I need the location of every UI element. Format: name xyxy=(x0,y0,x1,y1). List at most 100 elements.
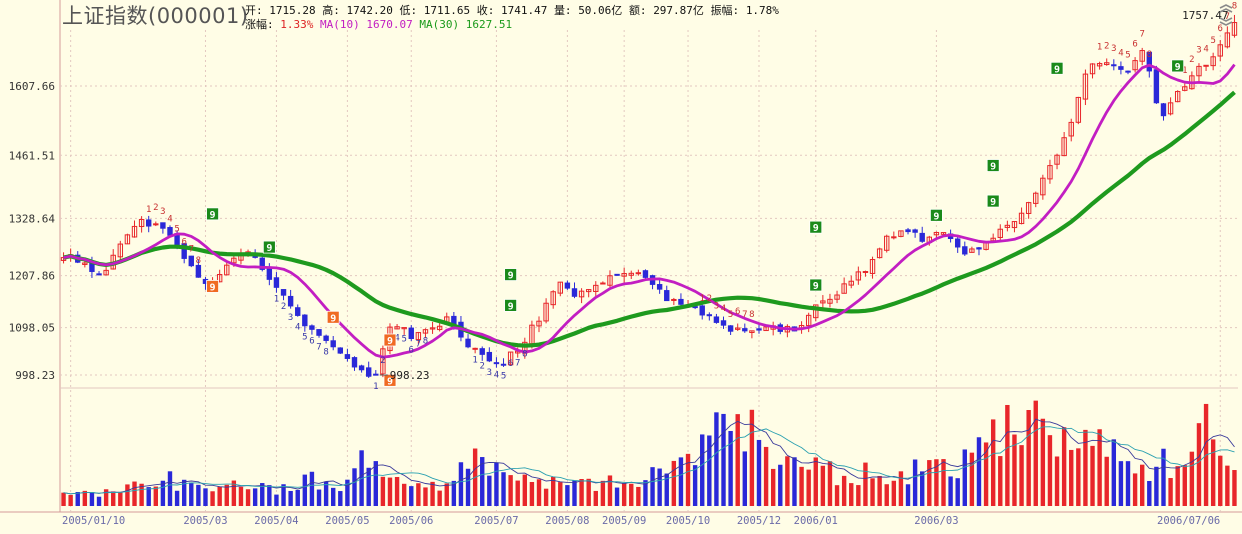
volume-bar xyxy=(245,489,251,506)
volume-bar xyxy=(820,465,826,506)
volume-bar xyxy=(224,484,229,506)
volume-bar xyxy=(423,487,428,506)
volume-bar xyxy=(252,488,258,506)
candle-down xyxy=(273,277,280,288)
volume-bar xyxy=(203,488,208,506)
candle-down xyxy=(720,320,727,326)
volume-bar xyxy=(125,484,130,506)
scroll-down-icon[interactable] xyxy=(1218,17,1234,26)
volume-bar xyxy=(1118,461,1124,506)
sequence-digit: 6 xyxy=(735,307,740,317)
volume-bar xyxy=(834,485,840,506)
volume-bar xyxy=(338,491,343,506)
volume-bar xyxy=(1189,451,1195,506)
volume-bar xyxy=(700,434,705,506)
volume-bar xyxy=(373,461,378,506)
index-title: 上证指数(000001) xyxy=(62,4,249,28)
sequence-digit: 4 xyxy=(721,304,726,314)
sequence-digit: 7 xyxy=(316,342,321,352)
candle-down xyxy=(706,314,713,317)
volume-bar xyxy=(785,456,790,506)
volume-bar xyxy=(948,476,953,506)
volume-bar xyxy=(316,489,322,506)
sequence-digit: 7 xyxy=(742,310,747,320)
volume-bar xyxy=(501,472,506,506)
candle-down xyxy=(146,219,152,227)
volume-bar xyxy=(167,471,173,506)
amplitude-label: 振幅: xyxy=(710,4,740,17)
volume-bar xyxy=(955,478,960,506)
candle-down xyxy=(713,316,720,323)
candle-down xyxy=(727,325,734,332)
volume-bar xyxy=(508,475,513,506)
candle-down xyxy=(564,282,571,289)
candle-down xyxy=(287,295,294,307)
volume-bar xyxy=(849,483,854,506)
sequence-digit: 3 xyxy=(160,207,165,217)
sequence-digit: 5 xyxy=(302,333,307,343)
volume-bar xyxy=(898,471,904,506)
volume-bar xyxy=(1168,478,1173,506)
volume-bar xyxy=(707,435,712,506)
volume-bar xyxy=(416,483,421,506)
sequence-digit: 8 xyxy=(522,349,527,359)
amount-value: 297.87亿 xyxy=(653,4,704,17)
kline-chart[interactable]: 998.23 1098.05 1207.86 1328.64 1461.51 1607.6… xyxy=(0,0,1242,534)
ma10-label: MA(10) xyxy=(320,18,360,31)
candle-down xyxy=(167,227,173,236)
volume-bar xyxy=(366,467,371,506)
volume-bar xyxy=(792,457,797,506)
sequence-digit: 3 xyxy=(487,368,492,378)
volume-bar xyxy=(607,475,613,506)
volume-bar xyxy=(515,480,520,506)
volume-bar xyxy=(1019,445,1024,506)
volume-bar xyxy=(132,481,137,506)
sequence-digit: 2 xyxy=(1189,55,1194,65)
candle-down xyxy=(912,229,918,233)
candle-down xyxy=(756,328,762,331)
volume-bar xyxy=(671,460,677,506)
y-tick-label: 1461.51 xyxy=(9,149,55,162)
signal-marker-label: 9 xyxy=(1175,62,1181,73)
volume-bar xyxy=(437,490,442,506)
volume-bar xyxy=(146,487,151,506)
sequence-digit: 5 xyxy=(1210,36,1215,46)
buy-signal-marker: 9 xyxy=(326,310,340,324)
candle-down xyxy=(678,298,684,305)
volume-bar xyxy=(650,467,655,506)
volume-bar xyxy=(827,461,833,506)
candle-down xyxy=(309,325,315,330)
volume-bar xyxy=(387,477,393,506)
sequence-digit: 2 xyxy=(707,294,712,304)
sequence-digit: 7 xyxy=(189,245,194,255)
volume-bar xyxy=(331,487,336,506)
candle-down xyxy=(1153,69,1160,104)
volume-bar xyxy=(912,459,918,506)
volume-bar xyxy=(721,413,726,506)
volume-bar xyxy=(969,452,975,506)
volume-bar xyxy=(1026,410,1031,506)
volume-bar xyxy=(692,465,698,506)
volume-bar xyxy=(1196,423,1202,506)
candle-down xyxy=(337,347,344,354)
candle-down xyxy=(486,351,493,362)
volume-bar xyxy=(487,475,492,506)
scroll-up-icon[interactable] xyxy=(1218,4,1234,13)
sequence-digit: 4 xyxy=(1118,48,1123,58)
x-tick-label: 2005/08 xyxy=(545,515,589,527)
y-tick-label: 1328.64 xyxy=(9,212,56,225)
candle-down xyxy=(905,229,911,233)
candle-down xyxy=(330,340,336,348)
sequence-digit: 6 xyxy=(309,336,314,346)
ma30-value: 1627.51 xyxy=(465,18,513,31)
volume-bar xyxy=(111,491,116,506)
volume-bar xyxy=(763,446,769,506)
y-tick-label: 1207.86 xyxy=(9,270,55,283)
volume-bar xyxy=(1182,465,1187,506)
volume-bar xyxy=(593,490,598,506)
sell-signal-marker: 9 xyxy=(262,240,276,254)
x-tick-label: 2006/01 xyxy=(794,515,838,527)
volume-bar xyxy=(572,480,577,506)
x-tick-label: 2005/05 xyxy=(325,515,369,527)
x-tick-label: 2006/03 xyxy=(914,515,958,527)
